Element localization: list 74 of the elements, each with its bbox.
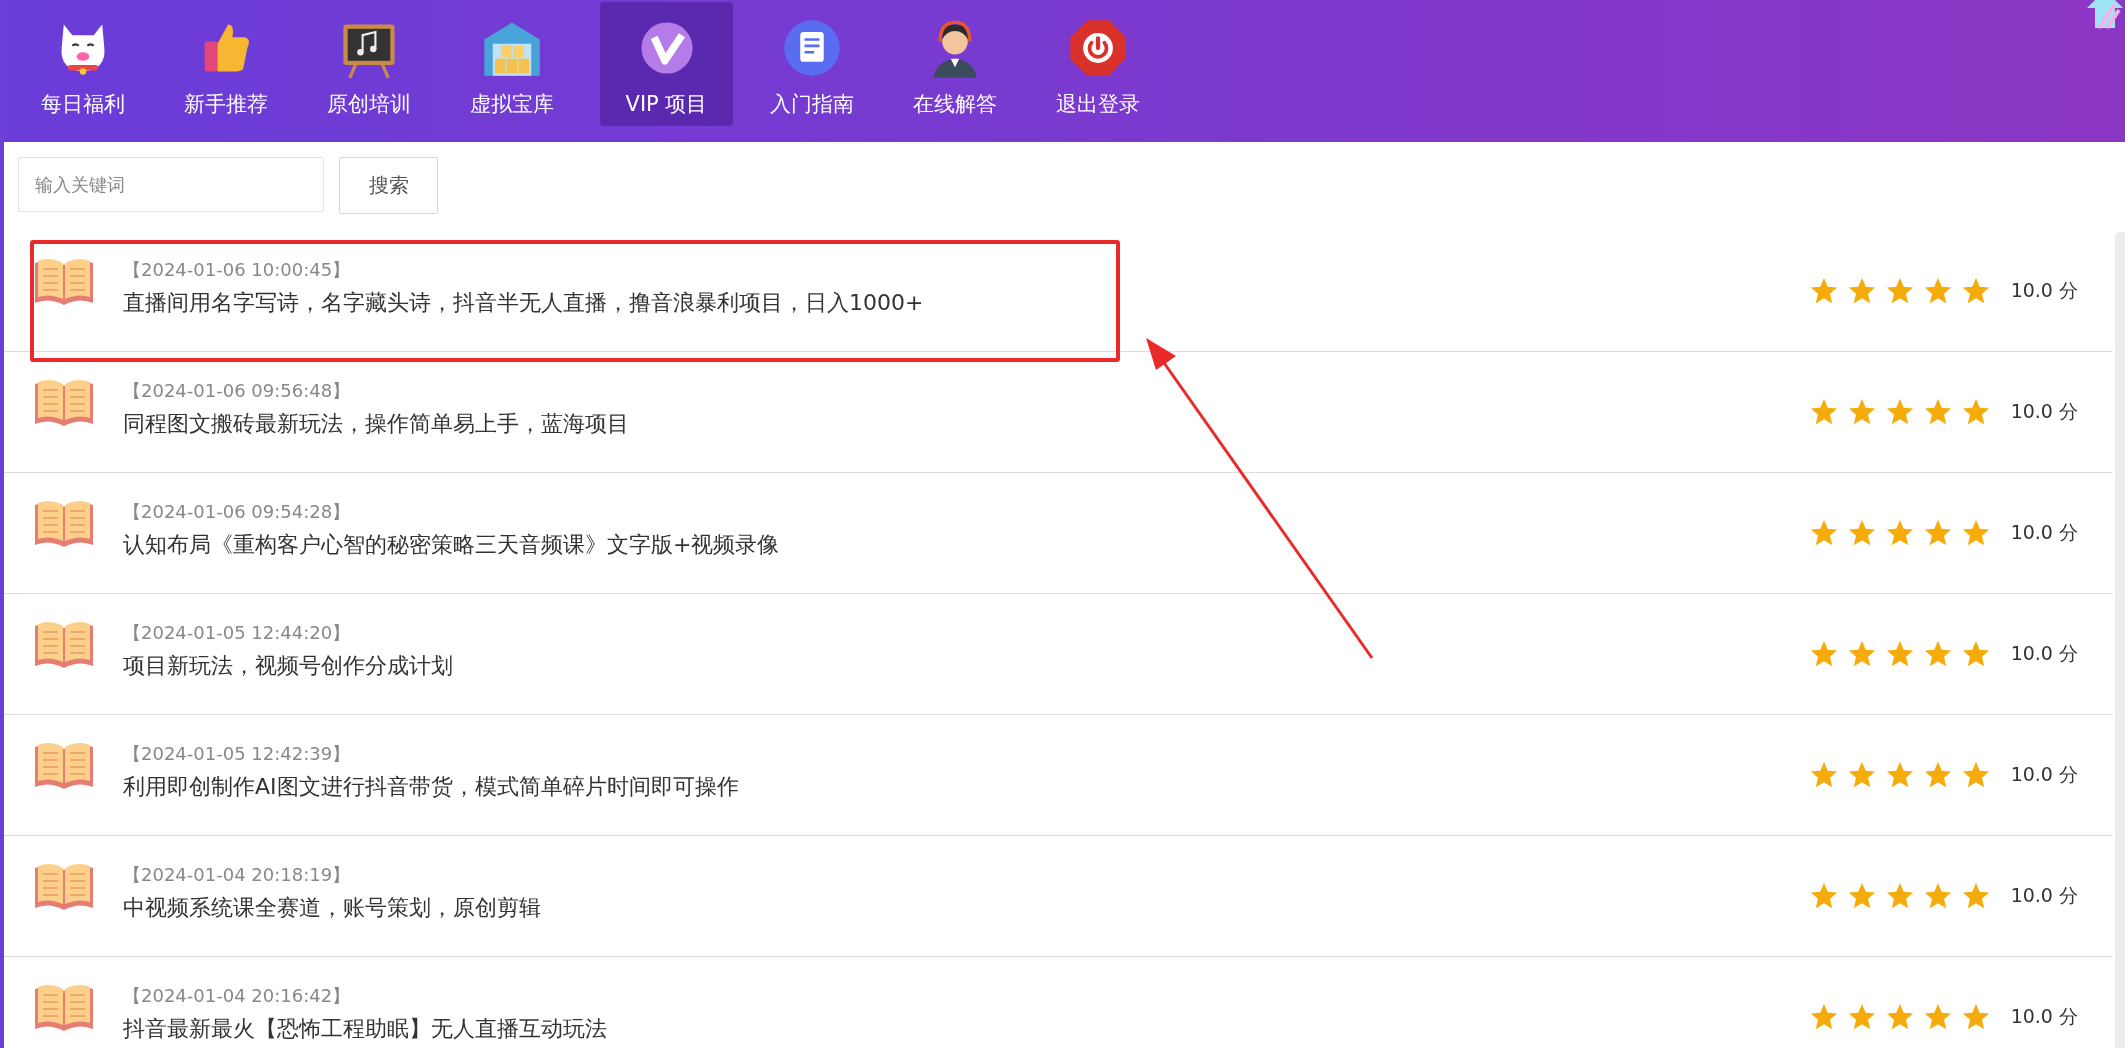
post-title[interactable]: 认知布局《重构客户心智的秘密策略三天音频课》文字版+视频录像 bbox=[123, 530, 780, 560]
star-icon bbox=[1846, 518, 1877, 548]
nav-item[interactable]: 入门指南 bbox=[745, 2, 878, 126]
post-date: 【2024-01-06 10:00:45】 bbox=[123, 258, 351, 282]
star-icon bbox=[1808, 518, 1839, 548]
post-title[interactable]: 利用即创制作AI图文进行抖音带货，模式简单碎片时间即可操作 bbox=[123, 772, 739, 802]
open-book-icon bbox=[33, 862, 95, 912]
star-icon bbox=[1846, 639, 1877, 669]
star-icon bbox=[1922, 639, 1953, 669]
nav-item[interactable]: 新手推荐 bbox=[159, 2, 292, 126]
nav-item[interactable]: 虚拟宝库 bbox=[445, 2, 578, 126]
score-text: 10.0 分 bbox=[2010, 641, 2078, 666]
star-icon bbox=[1846, 276, 1877, 306]
post-date: 【2024-01-05 12:42:39】 bbox=[123, 742, 351, 766]
post-title[interactable]: 项目新玩法，视频号创作分成计划 bbox=[123, 651, 453, 681]
post-title[interactable]: 抖音最新最火【恐怖工程助眠】无人直播互动玩法 bbox=[123, 1014, 607, 1044]
star-icon bbox=[1960, 760, 1991, 790]
nav-item[interactable]: 在线解答 bbox=[888, 2, 1021, 126]
star-icon bbox=[1884, 518, 1915, 548]
star-icon bbox=[1960, 881, 1991, 911]
search-button[interactable]: 搜索 bbox=[339, 157, 438, 214]
score-text: 10.0 分 bbox=[2010, 1004, 2078, 1029]
score-text: 10.0 分 bbox=[2010, 278, 2078, 303]
star-icon bbox=[1922, 760, 1953, 790]
open-book-icon bbox=[33, 741, 95, 791]
star-icon bbox=[1922, 276, 1953, 306]
post-date: 【2024-01-06 09:54:28】 bbox=[123, 500, 351, 524]
star-icon bbox=[1808, 881, 1839, 911]
star-icon bbox=[1922, 518, 1953, 548]
post-date: 【2024-01-06 09:56:48】 bbox=[123, 379, 351, 403]
star-icon bbox=[1884, 276, 1915, 306]
nav-item[interactable]: 原创培训 bbox=[302, 2, 435, 126]
star-icon bbox=[1884, 760, 1915, 790]
score-text: 10.0 分 bbox=[2010, 399, 2078, 424]
star-icon bbox=[1846, 1002, 1877, 1032]
star-icon bbox=[1960, 276, 1991, 306]
post-date: 【2024-01-04 20:18:19】 bbox=[123, 863, 351, 887]
search-field[interactable]: 输入关键词 bbox=[18, 157, 324, 212]
post-title[interactable]: 直播间用名字写诗，名字藏头诗，抖音半无人直播，撸音浪暴利项目，日入1000+ bbox=[123, 288, 924, 318]
score-text: 10.0 分 bbox=[2010, 762, 2078, 787]
star-icon bbox=[1846, 760, 1877, 790]
star-icon bbox=[1960, 639, 1991, 669]
post-date: 【2024-01-05 12:44:20】 bbox=[123, 621, 351, 645]
open-book-icon bbox=[33, 620, 95, 670]
post-title[interactable]: 同程图文搬砖最新玩法，操作简单易上手，蓝海项目 bbox=[123, 409, 629, 439]
star-icon bbox=[1808, 397, 1839, 427]
rainbow-arrow-icon bbox=[2085, 0, 2125, 30]
open-book-icon bbox=[33, 378, 95, 428]
star-icon bbox=[1922, 881, 1953, 911]
star-icon bbox=[1922, 1002, 1953, 1032]
star-icon bbox=[1960, 518, 1991, 548]
star-icon bbox=[1846, 881, 1877, 911]
open-book-icon bbox=[33, 983, 95, 1033]
post-date: 【2024-01-04 20:16:42】 bbox=[123, 984, 351, 1008]
star-icon bbox=[1884, 639, 1915, 669]
star-icon bbox=[1808, 639, 1839, 669]
post-title[interactable]: 中视频系统课全赛道，账号策划，原创剪辑 bbox=[123, 893, 541, 923]
star-icon bbox=[1960, 397, 1991, 427]
nav-item[interactable]: VIP 项目 bbox=[600, 2, 733, 126]
star-icon bbox=[1846, 397, 1877, 427]
star-icon bbox=[1808, 1002, 1839, 1032]
star-icon bbox=[1884, 1002, 1915, 1032]
score-text: 10.0 分 bbox=[2010, 520, 2078, 545]
star-icon bbox=[1960, 1002, 1991, 1032]
star-icon bbox=[1808, 276, 1839, 306]
score-text: 10.0 分 bbox=[2010, 883, 2078, 908]
nav-item[interactable]: 每日福利 bbox=[16, 2, 149, 126]
star-icon bbox=[1808, 760, 1839, 790]
open-book-icon bbox=[33, 499, 95, 549]
star-icon bbox=[1922, 397, 1953, 427]
star-icon bbox=[1884, 881, 1915, 911]
star-icon bbox=[1884, 397, 1915, 427]
nav-item[interactable]: 退出登录 bbox=[1031, 2, 1164, 126]
open-book-icon bbox=[33, 257, 95, 307]
